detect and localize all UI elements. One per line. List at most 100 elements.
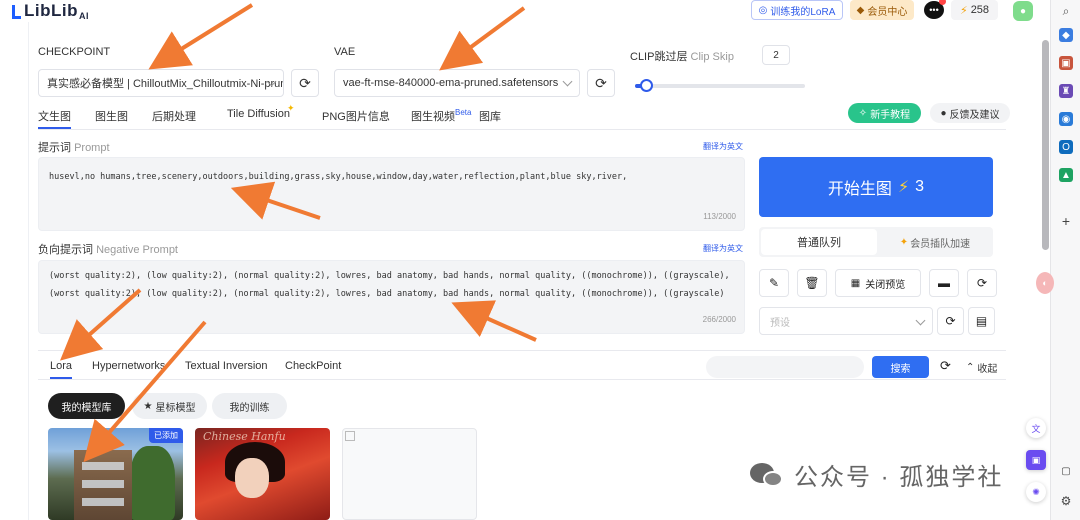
checkpoint-label: CHECKPOINT (38, 46, 111, 58)
negative-char-counter: 266/2000 (702, 315, 736, 324)
chevron-down-icon (562, 76, 573, 87)
copilot-icon[interactable]: ◉ (1059, 112, 1073, 126)
card-face-shape (235, 458, 269, 498)
tab-checkpoint[interactable]: CheckPoint (285, 360, 341, 372)
sparkle-icon: ✧ (858, 107, 868, 119)
checkpoint-select[interactable]: 真实感必备模型 | ChilloutMix_Chilloutmix-Ni-pru… (38, 69, 284, 97)
sidebar-toggle-icon[interactable]: ▢ (1059, 464, 1073, 478)
wechat-watermark: 公众号 · 孤独学社 (750, 457, 1003, 492)
tab-lora[interactable]: Lora (50, 360, 73, 379)
liblib-logo[interactable]: LibLib AI (12, 1, 89, 21)
pen-icon[interactable]: ✎ (759, 269, 789, 297)
vae-refresh-button[interactable]: ⟳ (587, 69, 615, 97)
top-bar: LibLib AI ◎ 训练我的LoRA ◆ 会员中心 ••• ⚡ 258 ● (0, 0, 1050, 22)
vip-queue-option[interactable]: ✦ 会员插队加速 (879, 229, 991, 255)
tab-png-info[interactable]: PNG图片信息 (322, 108, 390, 124)
logo-mark-icon (12, 5, 21, 19)
clip-skip-slider-thumb[interactable] (640, 79, 653, 92)
trash-icon[interactable]: 🗑 (797, 269, 827, 297)
page-scrollbar[interactable] (1042, 40, 1049, 250)
model-card-placeholder[interactable] (342, 428, 477, 520)
tutorial-button[interactable]: ✧ 新手教程 (848, 103, 921, 123)
library-tabs-divider (38, 379, 1006, 380)
refresh-icon: ⟳ (595, 74, 607, 91)
tab-postprocess[interactable]: 后期处理 (152, 108, 196, 124)
grid-icon: ▦ (850, 277, 861, 289)
building-window (82, 498, 124, 506)
card-tree-shape (130, 446, 175, 520)
close-preview-button[interactable]: ▦ 关闭预览 (835, 269, 921, 297)
model-card-building[interactable]: 已添加 (48, 428, 183, 520)
tab-img2video[interactable]: 图生视频Beta (411, 108, 471, 124)
prompt-label: 提示词 Prompt (38, 142, 110, 154)
broken-image-icon (345, 431, 355, 441)
app-icon[interactable]: ▣ (1026, 450, 1046, 470)
tab-hypernetworks[interactable]: Hypernetworks (92, 360, 165, 372)
chat-icon: ● (940, 107, 947, 119)
lightning-icon: ⚡ (897, 179, 910, 196)
beta-badge: Beta (455, 108, 472, 117)
translate-icon[interactable]: 文 (1026, 418, 1046, 438)
tag-icon[interactable]: ◆ (1059, 28, 1073, 42)
send-icon[interactable]: ▲ (1059, 168, 1073, 182)
model-card-hanfu[interactable]: Chinese Hanfu (195, 428, 330, 520)
tabs-divider (38, 129, 1006, 130)
tab-img2img[interactable]: 图生图 (95, 108, 128, 124)
filter-starred-models[interactable]: ★ 星标模型 (132, 393, 207, 419)
preset-select[interactable]: 预设 (759, 307, 933, 335)
brain-icon[interactable]: ✺ (1026, 482, 1046, 502)
search-icon[interactable]: ⌕ (1059, 4, 1073, 18)
filter-my-models[interactable]: 我的模型库 (48, 393, 125, 419)
prompt-textarea[interactable]: husevl,no humans,tree,scenery,outdoors,b… (38, 157, 745, 231)
user-avatar[interactable]: ● (1013, 1, 1033, 21)
negative-prompt-textarea[interactable]: (worst quality:2), (low quality:2), (nor… (38, 260, 745, 334)
card-title-text: Chinese Hanfu (203, 430, 286, 443)
tab-tile-diffusion[interactable]: Tile Diffusion (227, 108, 290, 120)
train-lora-button[interactable]: ◎ 训练我的LoRA (751, 0, 843, 20)
prompt-char-counter: 113/2000 (703, 212, 736, 221)
diamond-icon: ◆ (856, 4, 865, 16)
clip-skip-input[interactable]: 2 (762, 45, 790, 65)
filter-my-training[interactable]: 我的训练 (212, 393, 287, 419)
vae-label: VAE (334, 46, 356, 58)
tab-gallery[interactable]: 图库 (479, 108, 501, 124)
generate-button[interactable]: 开始生图 ⚡ 3 (759, 157, 993, 217)
negative-translate-link[interactable]: 翻译为英文 (703, 243, 743, 254)
normal-queue-option[interactable]: 普通队列 (761, 229, 877, 255)
clip-skip-label: CLIP跳过层 Clip Skip (630, 51, 734, 63)
add-icon[interactable]: + (1059, 213, 1073, 229)
vae-select[interactable]: vae-ft-mse-840000-ema-pruned.safetensors (334, 69, 580, 97)
clip-skip-slider-track[interactable] (635, 84, 805, 88)
library-top-border (38, 350, 1006, 351)
briefcase-icon[interactable]: ▣ (1059, 56, 1073, 70)
assistant-avatar[interactable]: ◐ (1036, 272, 1054, 294)
model-search-button[interactable]: 搜索 (872, 356, 929, 378)
prompt-translate-link[interactable]: 翻译为英文 (703, 141, 743, 152)
star-icon: ★ (143, 400, 153, 412)
browser-side-rail: ⌕ ◆ ▣ ♜ ◉ O ▲ + ▢ ⚙ (1050, 0, 1080, 520)
checkpoint-refresh-button[interactable]: ⟳ (291, 69, 319, 97)
tab-txt2img[interactable]: 文生图 (38, 108, 71, 129)
chess-icon[interactable]: ♜ (1059, 84, 1073, 98)
target-icon: ◎ (758, 4, 768, 16)
wechat-icon (750, 461, 786, 489)
chevron-up-icon: ⌃ (966, 362, 975, 373)
settings-gear-icon[interactable]: ⚙ (1059, 494, 1073, 508)
preset-refresh-icon[interactable]: ⟳ (937, 307, 964, 335)
save-icon[interactable]: ▤ (968, 307, 995, 335)
tab-textual-inversion[interactable]: Textual Inversion (185, 360, 268, 372)
credits-display[interactable]: ⚡ 258 (951, 0, 998, 20)
negative-prompt-label: 负向提示词 Negative Prompt (38, 244, 178, 256)
added-badge: 已添加 (149, 428, 183, 443)
collapse-button[interactable]: ⌃ 收起 (966, 360, 997, 375)
member-center-button[interactable]: ◆ 会员中心 (850, 0, 914, 20)
sparkle-icon: ✦ (287, 103, 295, 113)
library-refresh-icon[interactable]: ⟳ (940, 358, 951, 374)
model-search-input[interactable] (706, 356, 864, 378)
folder-icon[interactable]: ▬ (929, 269, 959, 297)
refresh-icon[interactable]: ⟳ (967, 269, 997, 297)
chevron-down-icon (915, 315, 926, 326)
outlook-icon[interactable]: O (1059, 140, 1073, 154)
feedback-button[interactable]: ● 反馈及建议 (930, 103, 1010, 123)
sparkle-icon: ✦ (899, 236, 909, 248)
